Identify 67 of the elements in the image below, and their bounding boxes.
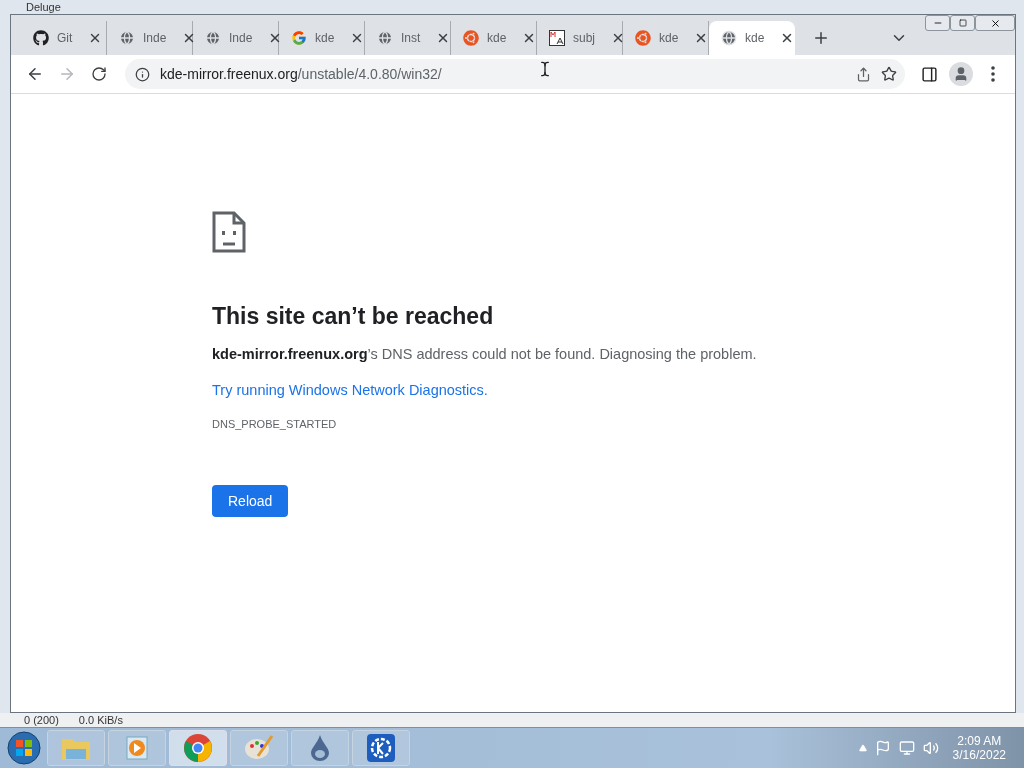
restore-icon: [958, 19, 967, 27]
clock-time: 2:09 AM: [957, 734, 1002, 748]
ubuntu-icon: [463, 30, 479, 46]
browser-tab[interactable]: subj: [537, 21, 623, 55]
menu-icon: [991, 66, 995, 82]
google-icon: [291, 30, 307, 46]
taskbar-app[interactable]: [291, 730, 349, 766]
globe-icon: [119, 30, 135, 46]
forward-arrow-icon: [58, 65, 76, 83]
close-button[interactable]: [975, 15, 1015, 31]
tab-title: Git: [57, 31, 73, 45]
bookmark-icon[interactable]: [881, 66, 897, 82]
tab-title: Inde: [143, 31, 167, 45]
tab-title: kde: [659, 31, 679, 45]
status-text: 0 (200): [24, 714, 59, 726]
reload-page-button[interactable]: Reload: [212, 485, 289, 517]
close-icon: [989, 17, 1001, 29]
volume-icon[interactable]: [922, 740, 939, 756]
browser-tab[interactable]: kde: [279, 21, 365, 55]
letters-icon: [549, 30, 565, 46]
tab-title: subj: [573, 31, 595, 45]
clock-date: 3/16/2022: [952, 748, 1006, 762]
error-code: DNS_PROBE_STARTED: [212, 418, 337, 430]
start-button[interactable]: [4, 730, 44, 766]
address-bar[interactable]: kde-mirror.freenux.org/unstable/4.0.80/win32/: [125, 59, 905, 89]
browser-tab[interactable]: Inde: [107, 21, 193, 55]
ubuntu-icon: [635, 30, 651, 46]
profile-button[interactable]: [949, 62, 973, 86]
taskbar-app[interactable]: [169, 730, 227, 766]
browser-tab[interactable]: Inst: [365, 21, 451, 55]
status-text: 0.0 KiB/s: [78, 714, 123, 726]
browser-tab[interactable]: Git: [21, 21, 107, 55]
taskbar-app[interactable]: [352, 730, 410, 766]
tab-title: Inde: [229, 31, 253, 45]
palette-icon: [244, 734, 274, 762]
globe-icon: [377, 30, 393, 46]
plus-icon: [812, 29, 830, 47]
url-text: kde-mirror.freenux.org/unstable/4.0.80/win32/: [160, 66, 442, 82]
windows-logo-icon: [7, 731, 41, 765]
globe-icon: [721, 30, 737, 46]
tab-title: kde: [315, 31, 335, 45]
minimize-button[interactable]: [925, 15, 950, 31]
tab-title: kde: [487, 31, 507, 45]
play-icon: [125, 735, 149, 761]
drop-icon: [309, 734, 331, 762]
browser-tab[interactable]: kde: [623, 21, 709, 55]
side-panel-icon: [920, 65, 938, 83]
github-icon: [33, 30, 49, 46]
error-message: kde-mirror.freenux.org’s DNS address could not be found. Diagnosing the problem.: [212, 346, 757, 362]
globe-icon: [205, 30, 221, 46]
error-heading: This site can’t be reached: [212, 303, 494, 330]
tab-title: Inst: [401, 31, 421, 45]
reload-icon: [91, 66, 107, 82]
share-icon[interactable]: [856, 66, 871, 82]
restore-button[interactable]: [950, 15, 975, 31]
info-icon[interactable]: [135, 66, 150, 82]
gear-icon: [366, 733, 396, 763]
window-title: Deluge: [26, 1, 61, 13]
sad-page-icon: [212, 211, 246, 253]
person-icon: [953, 66, 969, 82]
close-icon[interactable]: [611, 31, 625, 45]
browser-tab[interactable]: kde: [709, 21, 795, 55]
chrome-icon: [183, 733, 213, 763]
diagnostics-link[interactable]: Try running Windows Network Diagnostics.: [212, 382, 488, 398]
tab-title: kde: [745, 31, 765, 45]
browser-tab[interactable]: Inde: [193, 21, 279, 55]
browser-tab[interactable]: kde: [451, 21, 537, 55]
